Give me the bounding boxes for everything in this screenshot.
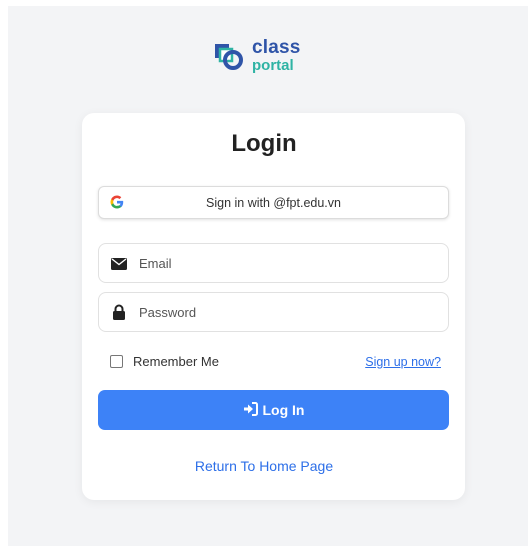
password-input[interactable]: [139, 293, 439, 331]
log-in-button[interactable]: Log In: [98, 390, 449, 430]
remember-me-label: Remember Me: [133, 354, 219, 369]
email-input[interactable]: [139, 244, 439, 282]
remember-me-option[interactable]: Remember Me: [110, 354, 219, 369]
logo-text-class: class: [252, 37, 301, 58]
login-title: Login: [231, 130, 297, 157]
email-field[interactable]: [98, 243, 449, 283]
class-portal-logo[interactable]: class portal: [212, 38, 301, 73]
sign-up-link[interactable]: Sign up now?: [365, 355, 441, 369]
logo-text-portal: portal: [252, 57, 294, 74]
log-in-label: Log In: [262, 402, 305, 418]
google-sign-in-label: Sign in with @fpt.edu.vn: [206, 196, 341, 210]
logo-mark-icon: [215, 43, 243, 70]
envelope-icon: [111, 257, 127, 275]
remember-me-checkbox[interactable]: [110, 355, 123, 368]
lock-icon: [112, 304, 126, 325]
password-field[interactable]: [98, 292, 449, 332]
sign-in-arrow-icon: [243, 401, 258, 419]
google-sign-in-button[interactable]: Sign in with @fpt.edu.vn: [98, 186, 449, 219]
return-home-link[interactable]: Return To Home Page: [0, 458, 528, 474]
